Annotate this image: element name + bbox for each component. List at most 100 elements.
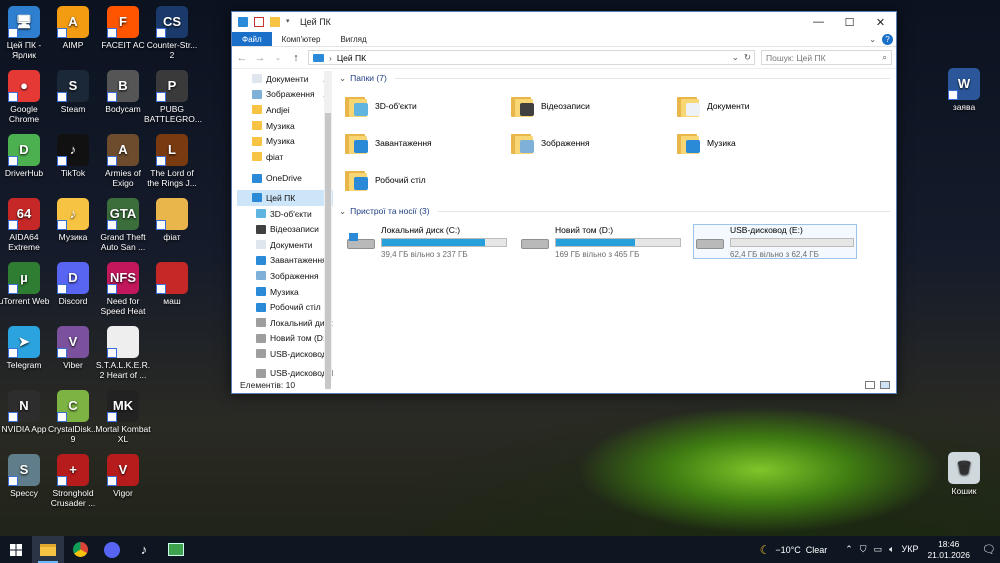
address-dropdown-icon[interactable]: ⌄ — [732, 52, 739, 63]
desktop-icon[interactable]: P PUBG BATTLEGRO... — [144, 70, 202, 124]
folders-group-header[interactable]: ⌄ Папки (7) — [339, 71, 890, 85]
desktop-icon[interactable]: B Bodycam — [95, 70, 151, 114]
desktop-icon[interactable]: 🗑 Кошик — [936, 452, 992, 496]
desktop-icon[interactable]: S.T.A.L.K.E.R. 2 Heart of ... — [95, 326, 151, 380]
nav-item[interactable]: Локальний диск — [237, 315, 333, 331]
nav-item[interactable]: Andjei — [237, 102, 333, 118]
forward-arrow-icon[interactable]: → — [254, 52, 266, 64]
nav-item[interactable]: Музика — [237, 284, 333, 300]
nav-item[interactable]: 3D-об'єкти — [237, 206, 333, 222]
nav-item[interactable]: Завантаження — [237, 253, 333, 269]
breadcrumb[interactable]: Цей ПК — [337, 53, 366, 63]
taskbar-chrome[interactable] — [64, 536, 96, 563]
scrollbar-thumb[interactable] — [325, 113, 331, 389]
volume-icon[interactable]: 🔈︎ — [889, 544, 894, 555]
back-arrow-icon[interactable]: ← — [236, 52, 248, 64]
up-arrow-icon[interactable]: ↑ — [290, 52, 302, 64]
close-button[interactable]: ✕ — [865, 12, 896, 32]
large-icons-view-icon[interactable] — [880, 381, 890, 389]
drive-item[interactable]: Локальний диск (C:) 39,4 ГБ вільно з 237 … — [345, 224, 509, 259]
desktop-icon[interactable]: C CrystalDisk... 9 — [45, 390, 101, 444]
folder-item[interactable]: Завантаження — [345, 128, 511, 157]
taskbar-tiktok[interactable]: ♪ — [128, 536, 160, 563]
language-indicator[interactable]: УКР — [901, 544, 918, 555]
properties-icon[interactable] — [254, 17, 264, 27]
devices-group-header[interactable]: ⌄ Пристрої та носії (3) — [339, 204, 890, 218]
show-hidden-icons-icon[interactable]: ⌃ — [845, 544, 853, 555]
tab-file[interactable]: Файл — [232, 32, 272, 46]
desktop-icon[interactable]: S Steam — [45, 70, 101, 114]
nav-item[interactable]: Документи📌︎ — [237, 71, 333, 87]
folder-item[interactable]: Зображення — [511, 128, 677, 157]
folder-item[interactable]: 3D-об'єкти — [345, 91, 511, 120]
desktop-icon[interactable]: NFS Need for Speed Heat — [95, 262, 151, 316]
collapse-chevron-icon[interactable]: ⌄ — [339, 206, 346, 217]
help-icon[interactable]: ? — [882, 33, 893, 45]
search-icon[interactable]: ⌕ — [882, 52, 887, 63]
network-icon[interactable]: ▭ — [874, 544, 883, 555]
taskbar-app[interactable] — [160, 536, 192, 563]
search-input[interactable]: Пошук: Цей ПК ⌕ — [761, 50, 892, 65]
refresh-icon[interactable]: ↻ — [744, 52, 751, 63]
folder-item[interactable]: Документи — [677, 91, 843, 120]
desktop-icon[interactable]: маш — [144, 262, 200, 306]
desktop-icon[interactable]: V Viber — [45, 326, 101, 370]
breadcrumb-chevron-icon[interactable]: › — [329, 53, 332, 63]
desktop-icon[interactable]: + Stronghold Crusader ... — [45, 454, 101, 508]
nav-item[interactable]: Робочий стіл — [237, 299, 333, 315]
recent-chevron-icon[interactable]: ⌄ — [272, 54, 284, 62]
desktop-icon[interactable]: ♪ Музика — [45, 198, 101, 242]
nav-item[interactable]: Документи — [237, 237, 333, 253]
customize-chevron-icon[interactable]: ▾ — [286, 17, 292, 27]
taskbar-discord[interactable] — [96, 536, 128, 563]
folder-item[interactable]: Відеозаписи — [511, 91, 677, 120]
desktop-icon[interactable]: A AIMP — [45, 6, 101, 50]
desktop-icon[interactable]: GTA Grand Theft Auto San ... — [95, 198, 151, 252]
desktop-icon[interactable]: фіат — [144, 198, 200, 242]
desktop-icon[interactable]: V Vigor — [95, 454, 151, 498]
nav-item[interactable]: Відеозаписи — [237, 221, 333, 237]
desktop-icon[interactable]: F FACEIT AC — [95, 6, 151, 50]
tab-computer[interactable]: Комп'ютер — [272, 32, 331, 46]
collapse-chevron-icon[interactable]: ⌄ — [339, 73, 346, 84]
title-bar[interactable]: ▾ Цей ПК — ☐ ✕ — [232, 12, 896, 32]
weather-widget[interactable]: ☾ −10°C Clear — [760, 543, 828, 557]
nav-item[interactable]: Зображення — [237, 268, 333, 284]
details-view-icon[interactable] — [865, 381, 875, 389]
folder-item[interactable]: Робочий стіл — [345, 165, 511, 194]
notifications-icon[interactable]: 🗨︎ — [978, 543, 1000, 556]
address-input[interactable]: › Цей ПК ⌄ ↻ — [308, 50, 755, 65]
nav-item[interactable]: OneDrive — [237, 171, 333, 187]
nav-item[interactable]: USB-дисковод ( — [237, 346, 333, 362]
new-folder-icon[interactable] — [270, 17, 280, 27]
desktop-icon[interactable]: A Armies of Exigo — [95, 134, 151, 188]
nav-item[interactable]: Зображення📌︎ — [237, 87, 333, 103]
nav-item-label: Музика — [266, 136, 295, 147]
nav-item[interactable]: Цей ПК — [237, 190, 333, 206]
navigation-scrollbar[interactable] — [324, 71, 332, 389]
window-title: Цей ПК — [300, 17, 331, 27]
desktop-icon[interactable]: L The Lord of the Rings J... — [144, 134, 200, 188]
desktop-icon[interactable]: D Discord — [45, 262, 101, 306]
maximize-button[interactable]: ☐ — [834, 12, 865, 32]
shield-icon[interactable]: ⛉ — [860, 544, 867, 555]
taskbar-file-explorer[interactable] — [32, 536, 64, 563]
tab-view[interactable]: Вигляд — [330, 32, 376, 46]
nav-item[interactable]: USB-дисковод (E:) — [237, 366, 333, 379]
expand-ribbon-icon[interactable]: ⌄ — [869, 35, 876, 44]
nav-item[interactable]: фіат — [237, 149, 333, 165]
desktop-icon[interactable]: ♪ TikTok — [45, 134, 101, 178]
nav-item[interactable]: Музика — [237, 118, 333, 134]
clock[interactable]: 18:46 21.01.2026 — [927, 539, 970, 561]
desktop-icon[interactable]: Wзаява — [936, 68, 992, 112]
start-button[interactable] — [0, 536, 32, 563]
folder-item[interactable]: Музика — [677, 128, 843, 157]
desktop-icon[interactable]: CS Counter-Str... 2 — [144, 6, 200, 60]
minimize-button[interactable]: — — [803, 12, 834, 32]
desktop-icon[interactable]: MK Mortal Kombat XL — [95, 390, 151, 444]
tiktok-icon: ♪ — [140, 542, 148, 557]
drive-item[interactable]: USB-дисковод (E:) 62,4 ГБ вільно з 62,4 Г… — [693, 224, 857, 259]
nav-item[interactable]: Новий том (D:) — [237, 331, 333, 347]
nav-item[interactable]: Музика — [237, 133, 333, 149]
drive-item[interactable]: Новий том (D:) 169 ГБ вільно з 465 ГБ — [519, 224, 683, 259]
